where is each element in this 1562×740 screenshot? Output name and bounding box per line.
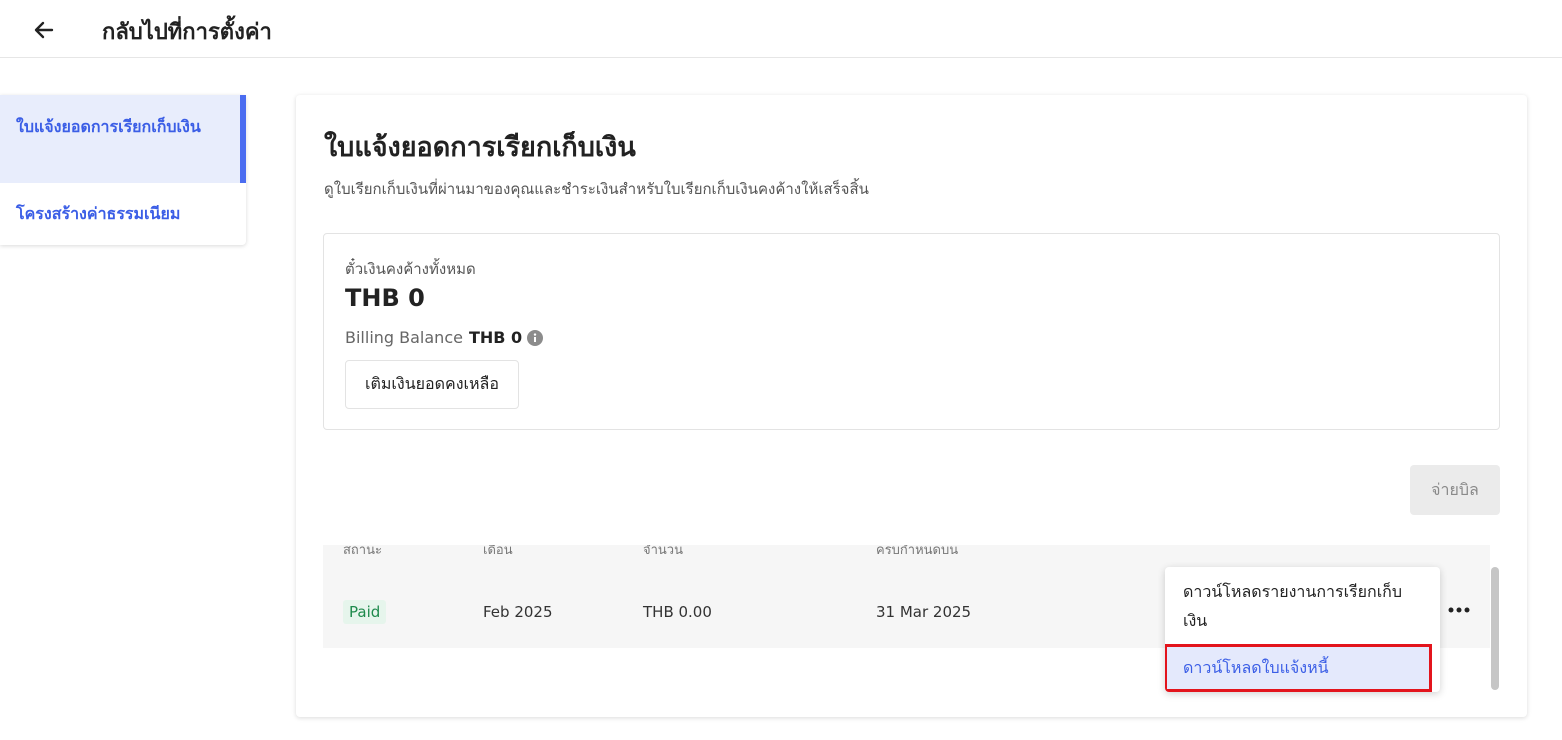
back-to-settings-title[interactable]: กลับไปที่การตั้งค่า xyxy=(102,14,272,49)
billing-balance-row: Billing Balance THB 0 xyxy=(345,328,544,347)
back-button[interactable] xyxy=(30,16,58,44)
table-scrollbar[interactable] xyxy=(1491,567,1499,690)
month-cell: Feb 2025 xyxy=(483,603,553,621)
top-bar: กลับไปที่การตั้งค่า xyxy=(0,0,1562,58)
outstanding-label: ตั๋วเงินคงค้างทั้งหมด xyxy=(345,260,476,278)
balance-panel: ตั๋วเงินคงค้างทั้งหมด THB 0 Billing Bala… xyxy=(323,233,1500,430)
status-badge: Paid xyxy=(343,600,387,624)
column-header-month: เดือน xyxy=(483,545,513,558)
column-header-amount: จำนวน xyxy=(643,545,683,558)
outstanding-amount: THB 0 xyxy=(345,284,425,312)
page-title: ใบแจ้งยอดการเรียกเก็บเงิน xyxy=(324,132,636,163)
top-up-balance-button[interactable]: เติมเงินยอดคงเหลือ xyxy=(345,360,519,409)
download-invoice-item[interactable]: ดาวน์โหลดใบแจ้งหนี้ xyxy=(1165,644,1432,692)
sidebar-item-fee-structure[interactable]: โครงสร้างค่าธรรมเนียม xyxy=(0,195,246,231)
column-header-status: สถานะ xyxy=(343,545,382,558)
pay-bill-button[interactable]: จ่ายบิล xyxy=(1410,465,1500,515)
arrow-left-icon xyxy=(34,21,54,39)
billing-balance-value: THB 0 xyxy=(468,328,523,347)
more-options-button[interactable] xyxy=(1445,597,1473,623)
sidebar: ใบแจ้งยอดการเรียกเก็บเงิน โครงสร้างค่าธร… xyxy=(0,95,246,245)
sidebar-item-billing-statements[interactable]: ใบแจ้งยอดการเรียกเก็บเงิน xyxy=(0,95,246,183)
row-actions-menu: ดาวน์โหลดรายงานการเรียกเก็บเงิน ดาวน์โหล… xyxy=(1165,567,1440,692)
page-description: ดูใบเรียกเก็บเงินที่ผ่านมาของคุณและชำระเ… xyxy=(324,180,869,198)
due-date-cell: 31 Mar 2025 xyxy=(876,603,972,621)
billing-balance-label: Billing Balance xyxy=(345,328,463,347)
download-billing-report-item[interactable]: ดาวน์โหลดรายงานการเรียกเก็บเงิน xyxy=(1165,577,1440,635)
amount-cell: THB 0.00 xyxy=(643,603,712,621)
info-icon[interactable] xyxy=(527,329,544,346)
column-header-due-date: ครบกำหนดบน xyxy=(876,545,959,558)
more-horizontal-icon xyxy=(1448,607,1470,613)
